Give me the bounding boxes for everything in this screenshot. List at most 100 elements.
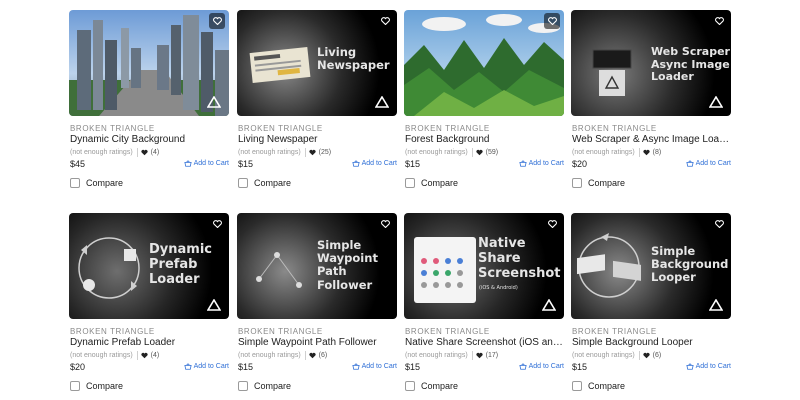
favorites-count: (4): [150, 352, 160, 359]
publisher-name[interactable]: BROKEN TRIANGLE: [238, 124, 323, 133]
add-to-cart-button[interactable]: Add to Cart: [518, 363, 564, 370]
compare-toggle[interactable]: Compare: [238, 381, 291, 391]
compare-toggle[interactable]: Compare: [572, 178, 625, 188]
compare-toggle[interactable]: Compare: [572, 381, 625, 391]
product-title[interactable]: Forest Background: [405, 134, 565, 145]
add-to-cart-button[interactable]: Add to Cart: [183, 363, 229, 370]
thumbnail-caption: Living Newspaper: [317, 45, 390, 73]
favorite-button[interactable]: [377, 13, 393, 29]
triangle-logo-icon: [709, 96, 723, 108]
rating-row: (not enough ratings) (59): [405, 148, 498, 157]
rating-row: (not enough ratings) (17): [405, 351, 498, 360]
price: $15: [572, 362, 588, 372]
product-card[interactable]: Simple Background Looper BROKEN TRIANGLE…: [571, 213, 731, 391]
product-thumbnail[interactable]: Web Scraper Async Image Loader: [571, 10, 731, 116]
product-card[interactable]: Native Share Screenshot (iOS & Android) …: [404, 213, 565, 391]
favorite-button[interactable]: [377, 216, 393, 232]
publisher-name[interactable]: BROKEN TRIANGLE: [572, 327, 657, 336]
add-to-cart-button[interactable]: Add to Cart: [518, 160, 564, 167]
heart-outline-icon: [212, 220, 222, 228]
divider: [304, 148, 306, 157]
favorite-button[interactable]: [544, 216, 560, 232]
product-title[interactable]: Simple Background Looper: [572, 337, 732, 348]
product-thumbnail[interactable]: Living Newspaper: [237, 10, 397, 116]
publisher-name[interactable]: BROKEN TRIANGLE: [70, 124, 155, 133]
publisher-name[interactable]: BROKEN TRIANGLE: [405, 327, 490, 336]
add-to-cart-button[interactable]: Add to Cart: [183, 160, 229, 167]
add-to-cart-label: Add to Cart: [528, 160, 564, 167]
product-thumbnail[interactable]: [69, 10, 229, 116]
favorites-count: (4): [150, 149, 160, 156]
product-title[interactable]: Dynamic City Background: [70, 134, 230, 145]
ratings-note: (not enough ratings): [405, 149, 468, 156]
product-card[interactable]: Living Newspaper BROKEN TRIANGLE Living …: [237, 10, 397, 188]
rating-row: (not enough ratings) (25): [238, 148, 331, 157]
compare-checkbox[interactable]: [70, 178, 80, 188]
compare-label: Compare: [254, 178, 292, 188]
compare-checkbox[interactable]: [405, 178, 415, 188]
compare-toggle[interactable]: Compare: [238, 178, 291, 188]
add-to-cart-button[interactable]: Add to Cart: [685, 160, 731, 167]
product-thumbnail[interactable]: Simple Background Looper: [571, 213, 731, 319]
compare-toggle[interactable]: Compare: [70, 178, 123, 188]
divider: [471, 351, 473, 360]
favorite-button[interactable]: [209, 13, 225, 29]
product-title[interactable]: Simple Waypoint Path Follower: [238, 337, 398, 348]
ratings-note: (not enough ratings): [70, 149, 133, 156]
add-to-cart-button[interactable]: Add to Cart: [351, 363, 397, 370]
favorite-button[interactable]: [711, 13, 727, 29]
cart-icon: [518, 363, 527, 370]
add-to-cart-label: Add to Cart: [528, 363, 564, 370]
divider: [471, 148, 473, 157]
product-title[interactable]: Living Newspaper: [238, 134, 398, 145]
add-to-cart-button[interactable]: Add to Cart: [685, 363, 731, 370]
compare-checkbox[interactable]: [238, 381, 248, 391]
compare-toggle[interactable]: Compare: [70, 381, 123, 391]
compare-checkbox[interactable]: [405, 381, 415, 391]
heart-filled-icon: [476, 149, 483, 156]
compare-checkbox[interactable]: [70, 381, 80, 391]
price: $15: [238, 362, 254, 372]
compare-toggle[interactable]: Compare: [405, 381, 458, 391]
ratings-note: (not enough ratings): [238, 149, 301, 156]
product-card[interactable]: Web Scraper Async Image Loader BROKEN TR…: [571, 10, 732, 188]
favorite-button[interactable]: [544, 13, 560, 29]
compare-label: Compare: [86, 381, 124, 391]
product-title[interactable]: Web Scraper & Async Image Loader: [572, 134, 732, 145]
triangle-logo-icon: [207, 96, 221, 108]
thumbnail-caption: Simple Background Looper: [651, 244, 729, 285]
product-card[interactable]: BROKEN TRIANGLE Dynamic City Background …: [69, 10, 229, 188]
publisher-name[interactable]: BROKEN TRIANGLE: [238, 327, 323, 336]
compare-toggle[interactable]: Compare: [405, 178, 458, 188]
product-thumbnail[interactable]: Dynamic Prefab Loader: [69, 213, 229, 319]
favorite-button[interactable]: [209, 216, 225, 232]
publisher-name[interactable]: BROKEN TRIANGLE: [70, 327, 155, 336]
product-thumbnail[interactable]: Simple Waypoint Path Follower: [237, 213, 397, 319]
price: $20: [572, 159, 588, 169]
heart-filled-icon: [141, 352, 148, 359]
product-title[interactable]: Dynamic Prefab Loader: [70, 337, 230, 348]
publisher-name[interactable]: BROKEN TRIANGLE: [405, 124, 490, 133]
product-card[interactable]: Simple Waypoint Path Follower BROKEN TRI…: [237, 213, 397, 391]
cart-icon: [518, 160, 527, 167]
product-card[interactable]: Dynamic Prefab Loader BROKEN TRIANGLE Dy…: [69, 213, 229, 391]
favorites-count: (17): [485, 352, 499, 359]
favorite-button[interactable]: [711, 216, 727, 232]
compare-checkbox[interactable]: [572, 381, 582, 391]
add-to-cart-button[interactable]: Add to Cart: [351, 160, 397, 167]
favorites-count: (8): [652, 149, 662, 156]
favorites-count: (25): [318, 149, 332, 156]
compare-checkbox[interactable]: [572, 178, 582, 188]
compare-checkbox[interactable]: [238, 178, 248, 188]
product-thumbnail[interactable]: [404, 10, 564, 116]
ratings-note: (not enough ratings): [238, 352, 301, 359]
publisher-name[interactable]: BROKEN TRIANGLE: [572, 124, 657, 133]
ratings-note: (not enough ratings): [572, 352, 635, 359]
heart-filled-icon: [309, 352, 316, 359]
product-thumbnail[interactable]: Native Share Screenshot (iOS & Android): [404, 213, 564, 319]
product-title[interactable]: Native Share Screenshot (iOS and An...: [405, 337, 565, 348]
product-card[interactable]: BROKEN TRIANGLE Forest Background (not e…: [404, 10, 564, 188]
compare-label: Compare: [86, 178, 124, 188]
add-to-cart-label: Add to Cart: [193, 363, 229, 370]
compare-label: Compare: [421, 178, 459, 188]
